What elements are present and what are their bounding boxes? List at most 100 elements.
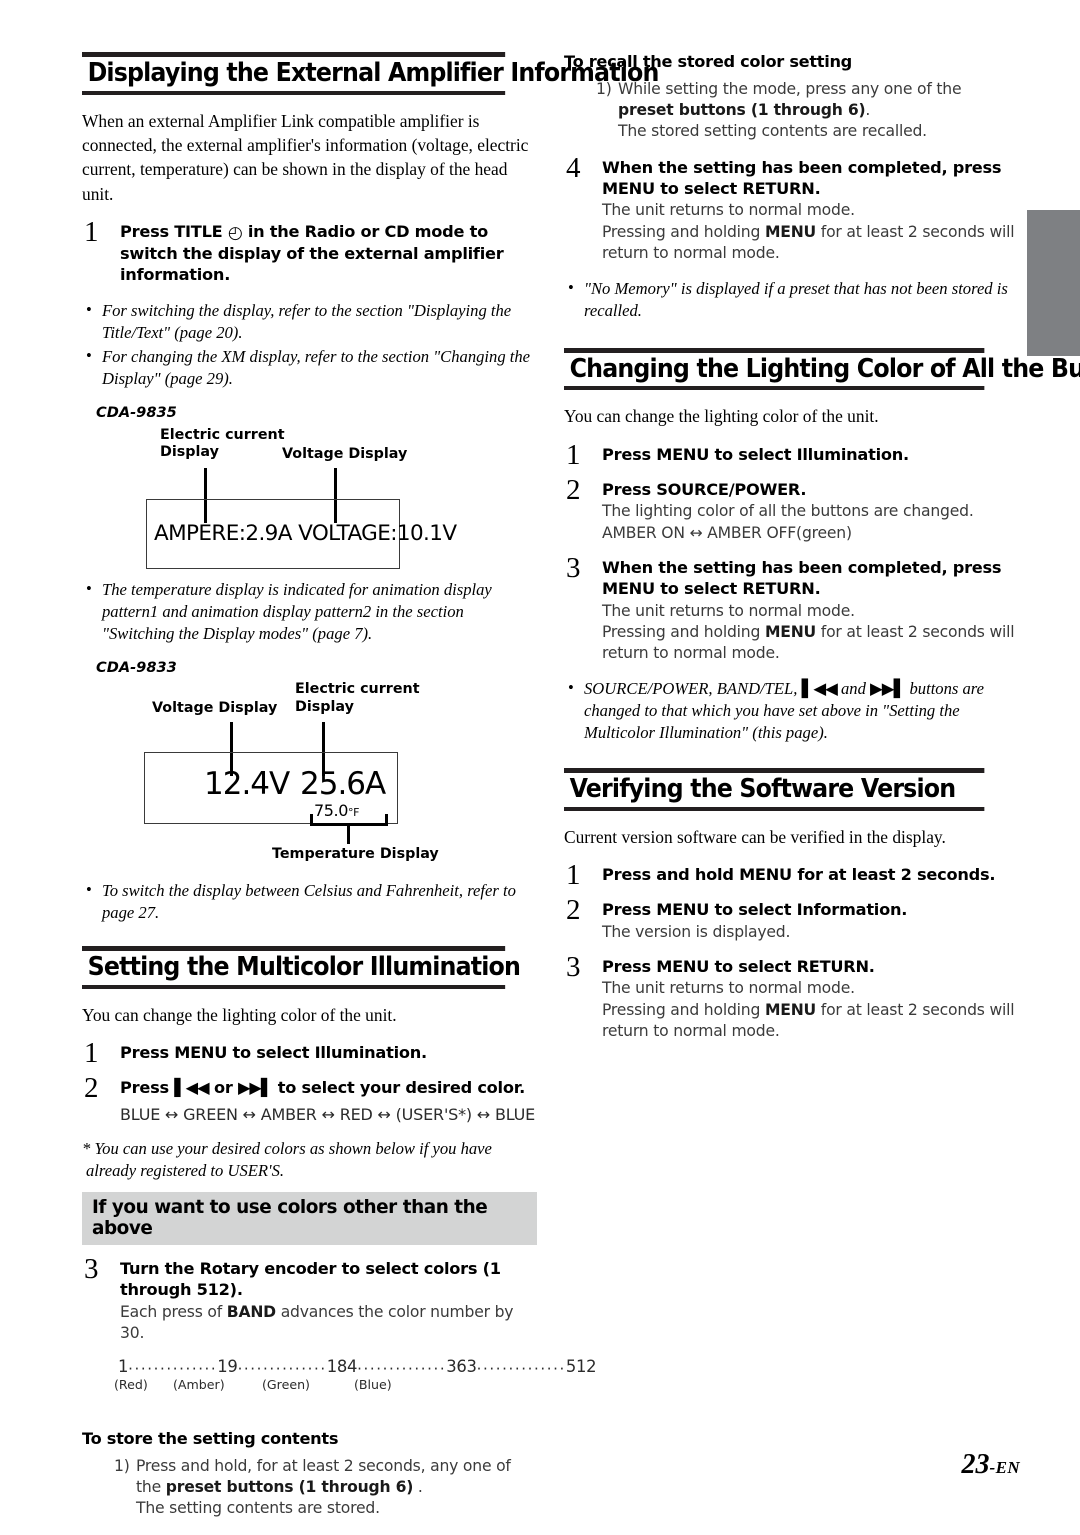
source-power-button-label: SOURCE/POWER (656, 479, 801, 499)
step-body-pre: Pressing and holding (602, 623, 765, 642)
title-button-label: TITLE (174, 221, 223, 241)
step-text-pre: Press (602, 479, 657, 499)
note-temperature-display: The temperature display is indicated for… (82, 578, 537, 645)
step-body: Each press of BAND advances the color nu… (120, 1302, 537, 1343)
menu-button-label: MENU (656, 956, 710, 976)
step-text-post: to select RETURN. (654, 578, 821, 598)
rotary-encoder-label: Rotary encoder (199, 1259, 337, 1279)
list-text-post: . (413, 1478, 423, 1497)
step-3-rotary-encoder: 3 Turn the Rotary encoder to select colo… (82, 1255, 537, 1343)
display-diagram-cda-9835: Electric current Display Voltage Display… (82, 421, 537, 573)
section-heading-multicolor-illumination: Setting the Multicolor Illumination (82, 946, 521, 989)
note-item: The temperature display is indicated for… (82, 578, 537, 645)
menu-button-label: MENU (602, 578, 655, 598)
scale-dots: ·············· (357, 1360, 447, 1379)
step-4-complete-setting: 4 When the setting has been completed, p… (564, 153, 1016, 264)
list-marker: 1) (114, 1457, 130, 1476)
step-text-pre: Press (602, 956, 657, 976)
page-number: 23-EN (962, 1449, 1020, 1481)
step-text-post: . (800, 479, 807, 499)
step-2-select-color: 2 Press ▌◀◀ or ▶▶▌ to select your desire… (82, 1074, 537, 1103)
step-1-press-hold-menu: 1 Press and hold MENU for at least 2 sec… (564, 861, 1016, 890)
step-2-select-information: 2 Press MENU to select Information. The … (564, 895, 1016, 943)
step-text-pre: Press and hold (602, 865, 740, 885)
step-title: When the setting has been completed, pre… (602, 558, 1016, 600)
scale-value: 1 (118, 1357, 129, 1377)
scale-dots: ·············· (237, 1360, 327, 1379)
step-text-pre: Press (602, 899, 657, 919)
step-text-mid: or (208, 1078, 238, 1098)
step-number: 1 (84, 215, 99, 248)
step-text-post: to select Illumination. (709, 444, 909, 464)
right-column: To recall the stored color setting 1) Whi… (564, 52, 1080, 1056)
note-item: "No Memory" is displayed if a preset tha… (564, 277, 1016, 322)
display-current-value: 25.6A (300, 766, 386, 803)
color-cycle-sequence: BLUE ↔ GREEN ↔ AMBER ↔ RED ↔ (USER'S*) ↔… (120, 1104, 536, 1124)
model-label-cda-9835: CDA-9835 (96, 403, 177, 421)
diagram-label-electric-current: Electric current Display (295, 681, 420, 715)
step-text-pre: Press (602, 444, 657, 464)
step-3-complete-setting: 3 When the setting has been completed, p… (564, 553, 1016, 664)
page-language-suffix: -EN (989, 1458, 1020, 1477)
step-body-line2: Pressing and holding MENU for at least 2… (602, 1000, 1016, 1041)
preset-buttons-label: preset buttons (1 through 6) (618, 100, 866, 119)
diagram-label-temperature: Temperature Display (272, 846, 439, 863)
left-column: Displaying the External Amplifier Inform… (82, 52, 659, 1535)
next-track-icon: ▶▶▌ (237, 1078, 273, 1098)
step-body-line2: Pressing and holding MENU for at least 2… (602, 222, 1016, 263)
step-3-select-return: 3 Press MENU to select RETURN. The unit … (564, 952, 1016, 1042)
list-text-post: . (865, 100, 871, 119)
list-text-result: The setting contents are stored. (136, 1499, 380, 1518)
page-edge-tab-marker (1027, 210, 1080, 356)
model-label-cda-9833: CDA-9833 (96, 659, 177, 677)
step-text-post: to select Information. (709, 899, 908, 919)
color-number-scale: 1··············19··············184······… (118, 1357, 597, 1379)
scale-label-green: (Green) (262, 1377, 310, 1393)
step-title: When the setting has been completed, pre… (602, 158, 1016, 200)
step-number: 4 (566, 151, 581, 184)
list-text-result: The stored setting contents are recalled… (618, 121, 927, 140)
note-item: SOURCE/POWER, BAND/TEL, ▌◀◀ and ▶▶▌ butt… (564, 677, 1016, 744)
step-title: Press ▌◀◀ or ▶▶▌ to select your desired … (120, 1078, 537, 1099)
previous-track-icon: ▌◀◀ (801, 678, 838, 698)
clock-icon: ◴ (227, 222, 243, 243)
menu-button-label: MENU (764, 223, 817, 242)
step-title: Press TITLE ◴ in the Radio or CD mode to… (120, 222, 537, 286)
subheading-store-setting-contents: To store the setting contents (82, 1429, 339, 1449)
note-item: To switch the display between Celsius an… (82, 879, 537, 924)
step-title: Press MENU to select Information. (602, 900, 1016, 921)
manual-page: Displaying the External Amplifier Inform… (0, 0, 1080, 1523)
scale-value: 363 (446, 1357, 477, 1377)
step-title: Press and hold MENU for at least 2 secon… (602, 865, 1016, 886)
scale-value: 184 (326, 1357, 358, 1377)
step-body-pre: Pressing and holding (602, 223, 765, 242)
temperature-bracket (310, 814, 388, 827)
note-celsius-fahrenheit: To switch the display between Celsius an… (82, 879, 537, 924)
note-text-pre: SOURCE/POWER, BAND/TEL, (584, 678, 802, 698)
scale-value: 19 (217, 1357, 238, 1377)
step-number: 1 (84, 1037, 99, 1070)
step-text-pre: When the setting has been completed, pre… (602, 557, 1002, 577)
list-marker: 1) (596, 80, 612, 98)
display-box: AMPERE:2.9A VOLTAGE:10.1V (146, 498, 457, 569)
menu-button-label: MENU (602, 178, 655, 198)
menu-button-label: MENU (764, 623, 817, 642)
next-track-icon: ▶▶▌ (870, 678, 906, 698)
step-number: 1 (566, 438, 581, 471)
note-text-mid: and (836, 678, 871, 698)
usercolors-footnote: * You can use your desired colors as sho… (82, 1138, 492, 1180)
section-heading-verifying-software-version: Verifying the Software Version (564, 768, 985, 811)
menu-button-label: MENU (764, 1001, 817, 1020)
section1-note-list: For switching the display, refer to the … (82, 299, 537, 390)
note-item: For switching the display, refer to the … (82, 299, 537, 344)
color-scale-labels: (Red) (Amber) (Green) (Blue) (114, 1377, 537, 1395)
diagram-label-voltage: Voltage Display (282, 445, 408, 462)
section-heading-external-amplifier: Displaying the External Amplifier Inform… (82, 52, 659, 95)
step-number: 3 (566, 551, 581, 584)
step-title: Press MENU to select Illumination. (120, 1043, 537, 1064)
step-body-line2: Pressing and holding MENU for at least 2… (602, 622, 1016, 663)
step-body-line1: The unit returns to normal mode. (602, 601, 855, 620)
band-button-label: BAND (226, 1302, 276, 1321)
section-heading-changing-lighting-color: Changing the Lighting Color of All the B… (564, 347, 1080, 391)
step-number: 2 (566, 473, 581, 506)
